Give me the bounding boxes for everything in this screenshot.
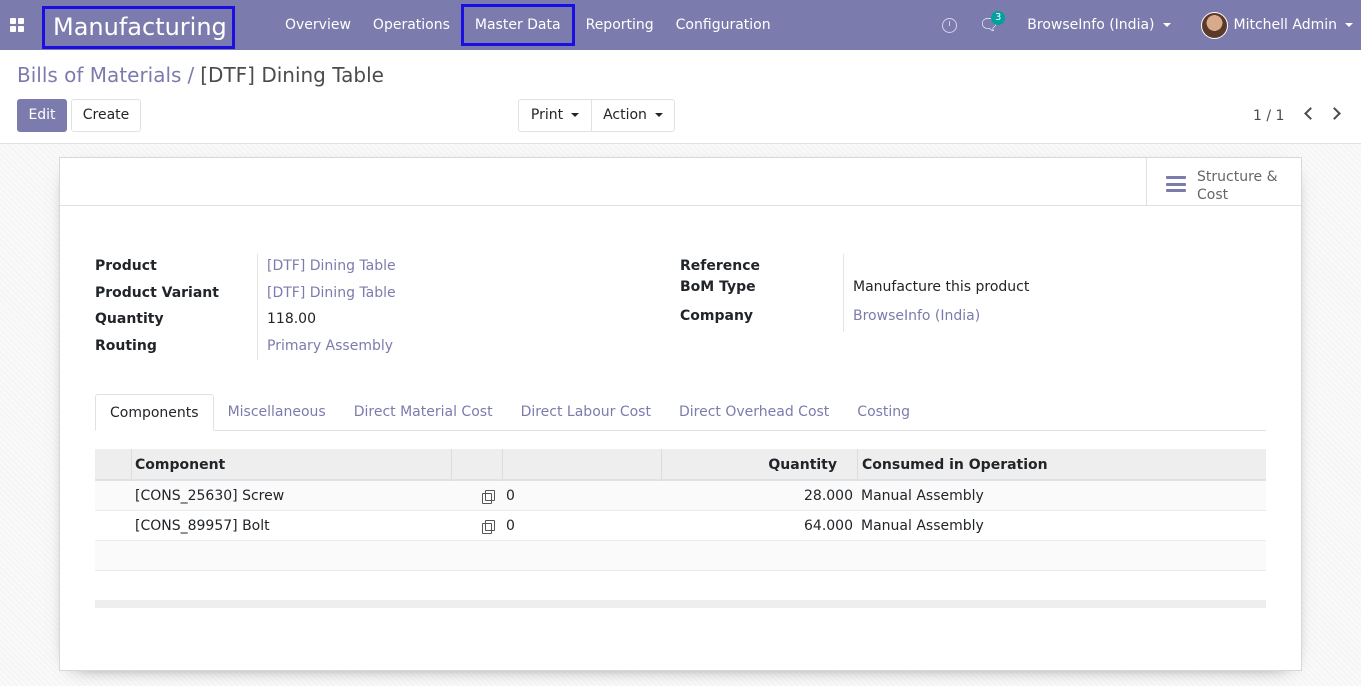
create-button[interactable]: Create	[71, 99, 141, 132]
menu-overview[interactable]: Overview	[274, 0, 362, 50]
field-divider	[257, 254, 258, 360]
bom-type-value: Manufacture this product	[853, 279, 1030, 295]
routing-label: Routing	[95, 338, 157, 354]
structure-cost-line2: Cost	[1197, 187, 1229, 203]
tab-direct-material-cost[interactable]: Direct Material Cost	[340, 394, 507, 431]
column-separator	[451, 449, 452, 481]
structure-cost-button[interactable]: Structure & Cost	[1146, 158, 1301, 206]
column-header-component[interactable]: Component	[135, 449, 225, 481]
product-variant-value[interactable]: [DTF] Dining Table	[267, 285, 396, 301]
table-row-empty	[95, 541, 1266, 571]
print-label: Print	[530, 107, 564, 123]
table-header: Component Quantity Consumed in Operation	[95, 449, 1266, 481]
notebook-tabs: Components Miscellaneous Direct Material…	[95, 394, 1266, 431]
row-quantity: 64.000	[804, 518, 853, 534]
tab-costing[interactable]: Costing	[843, 394, 924, 431]
chevron-down-icon	[1162, 23, 1171, 27]
row-component: [CONS_25630] Screw	[135, 488, 285, 504]
menu-configuration[interactable]: Configuration	[665, 0, 782, 50]
table-row[interactable]: [CONS_25630] Screw 0 28.000 Manual Assem…	[95, 481, 1266, 511]
clock-icon[interactable]	[941, 17, 957, 33]
reference-label: Reference	[680, 258, 761, 274]
breadcrumb-current: [DTF] Dining Table	[200, 63, 384, 87]
menu-master-data[interactable]: Master Data	[460, 4, 575, 46]
row-variants-count: 0	[506, 518, 515, 534]
chevron-right-icon[interactable]	[1328, 107, 1341, 120]
button-box: Structure & Cost	[60, 158, 1301, 206]
breadcrumb-separator: /	[187, 63, 195, 87]
table-row[interactable]: [CONS_89957] Bolt 0 64.000 Manual Assemb…	[95, 511, 1266, 541]
structure-cost-line1: Structure &	[1197, 169, 1278, 185]
components-table: Component Quantity Consumed in Operation…	[95, 449, 1266, 608]
column-separator	[131, 449, 132, 481]
main-menu: Overview Operations Master Data Reportin…	[274, 0, 782, 50]
company-switcher[interactable]: BrowseInfo (India)	[1027, 17, 1171, 33]
app-title[interactable]: Manufacturing	[42, 6, 235, 49]
user-name: Mitchell Admin	[1233, 17, 1338, 33]
bom-type-label: BoM Type	[680, 279, 756, 295]
structure-cost-label: Structure & Cost	[1197, 168, 1297, 204]
quantity-label: Quantity	[95, 311, 164, 327]
company-name: BrowseInfo (India)	[1027, 17, 1155, 33]
action-label: Action	[603, 107, 647, 123]
routing-value[interactable]: Primary Assembly	[267, 338, 393, 354]
copy-icon[interactable]	[482, 490, 495, 504]
row-variants-count: 0	[506, 488, 515, 504]
breadcrumb: Bills of Materials / [DTF] Dining Table	[17, 63, 384, 87]
chevron-down-icon	[654, 113, 663, 117]
product-variant-label: Product Variant	[95, 285, 219, 301]
avatar	[1200, 11, 1228, 39]
chevron-left-icon[interactable]	[1304, 107, 1317, 120]
messages-button[interactable]: 🗨 3	[979, 10, 1006, 34]
pager-value[interactable]: 1 / 1	[1253, 108, 1284, 124]
column-separator	[661, 449, 662, 481]
row-operation: Manual Assembly	[861, 518, 984, 534]
tab-miscellaneous[interactable]: Miscellaneous	[214, 394, 340, 431]
tab-direct-overhead-cost[interactable]: Direct Overhead Cost	[665, 394, 843, 431]
column-header-operation[interactable]: Consumed in Operation	[862, 449, 1048, 481]
table-footer	[95, 600, 1266, 608]
column-separator	[857, 449, 858, 481]
menu-operations[interactable]: Operations	[362, 0, 461, 50]
edit-button[interactable]: Edit	[17, 99, 67, 132]
bars-icon	[1166, 176, 1186, 192]
chevron-down-icon	[571, 113, 580, 117]
top-navbar: Manufacturing Overview Operations Master…	[0, 0, 1361, 50]
column-header-quantity[interactable]: Quantity	[768, 449, 837, 481]
company-value[interactable]: BrowseInfo (India)	[853, 308, 980, 324]
company-label: Company	[680, 308, 754, 324]
systray: 🗨 3 BrowseInfo (India) Mitchell Admin	[941, 0, 1361, 50]
copy-icon[interactable]	[482, 520, 495, 534]
row-operation: Manual Assembly	[861, 488, 984, 504]
quantity-value: 118.00	[267, 311, 316, 327]
user-menu[interactable]: Mitchell Admin	[1200, 11, 1353, 39]
action-dropdown[interactable]: Action	[591, 99, 675, 132]
menu-reporting[interactable]: Reporting	[575, 0, 665, 50]
field-divider	[843, 254, 844, 332]
tab-components[interactable]: Components	[95, 394, 214, 431]
tab-direct-labour-cost[interactable]: Direct Labour Cost	[507, 394, 665, 431]
column-separator	[502, 449, 503, 481]
row-component: [CONS_89957] Bolt	[135, 518, 270, 534]
messages-count-badge: 3	[990, 10, 1006, 25]
product-value[interactable]: [DTF] Dining Table	[267, 258, 396, 274]
product-label: Product	[95, 258, 157, 274]
chevron-down-icon	[1345, 23, 1353, 27]
row-quantity: 28.000	[804, 488, 853, 504]
form-sheet: Structure & Cost Product [DTF] Dining Tab…	[59, 157, 1302, 671]
breadcrumb-bom-link[interactable]: Bills of Materials	[17, 63, 181, 87]
apps-grid-icon[interactable]	[10, 18, 24, 32]
print-dropdown[interactable]: Print	[518, 99, 592, 132]
